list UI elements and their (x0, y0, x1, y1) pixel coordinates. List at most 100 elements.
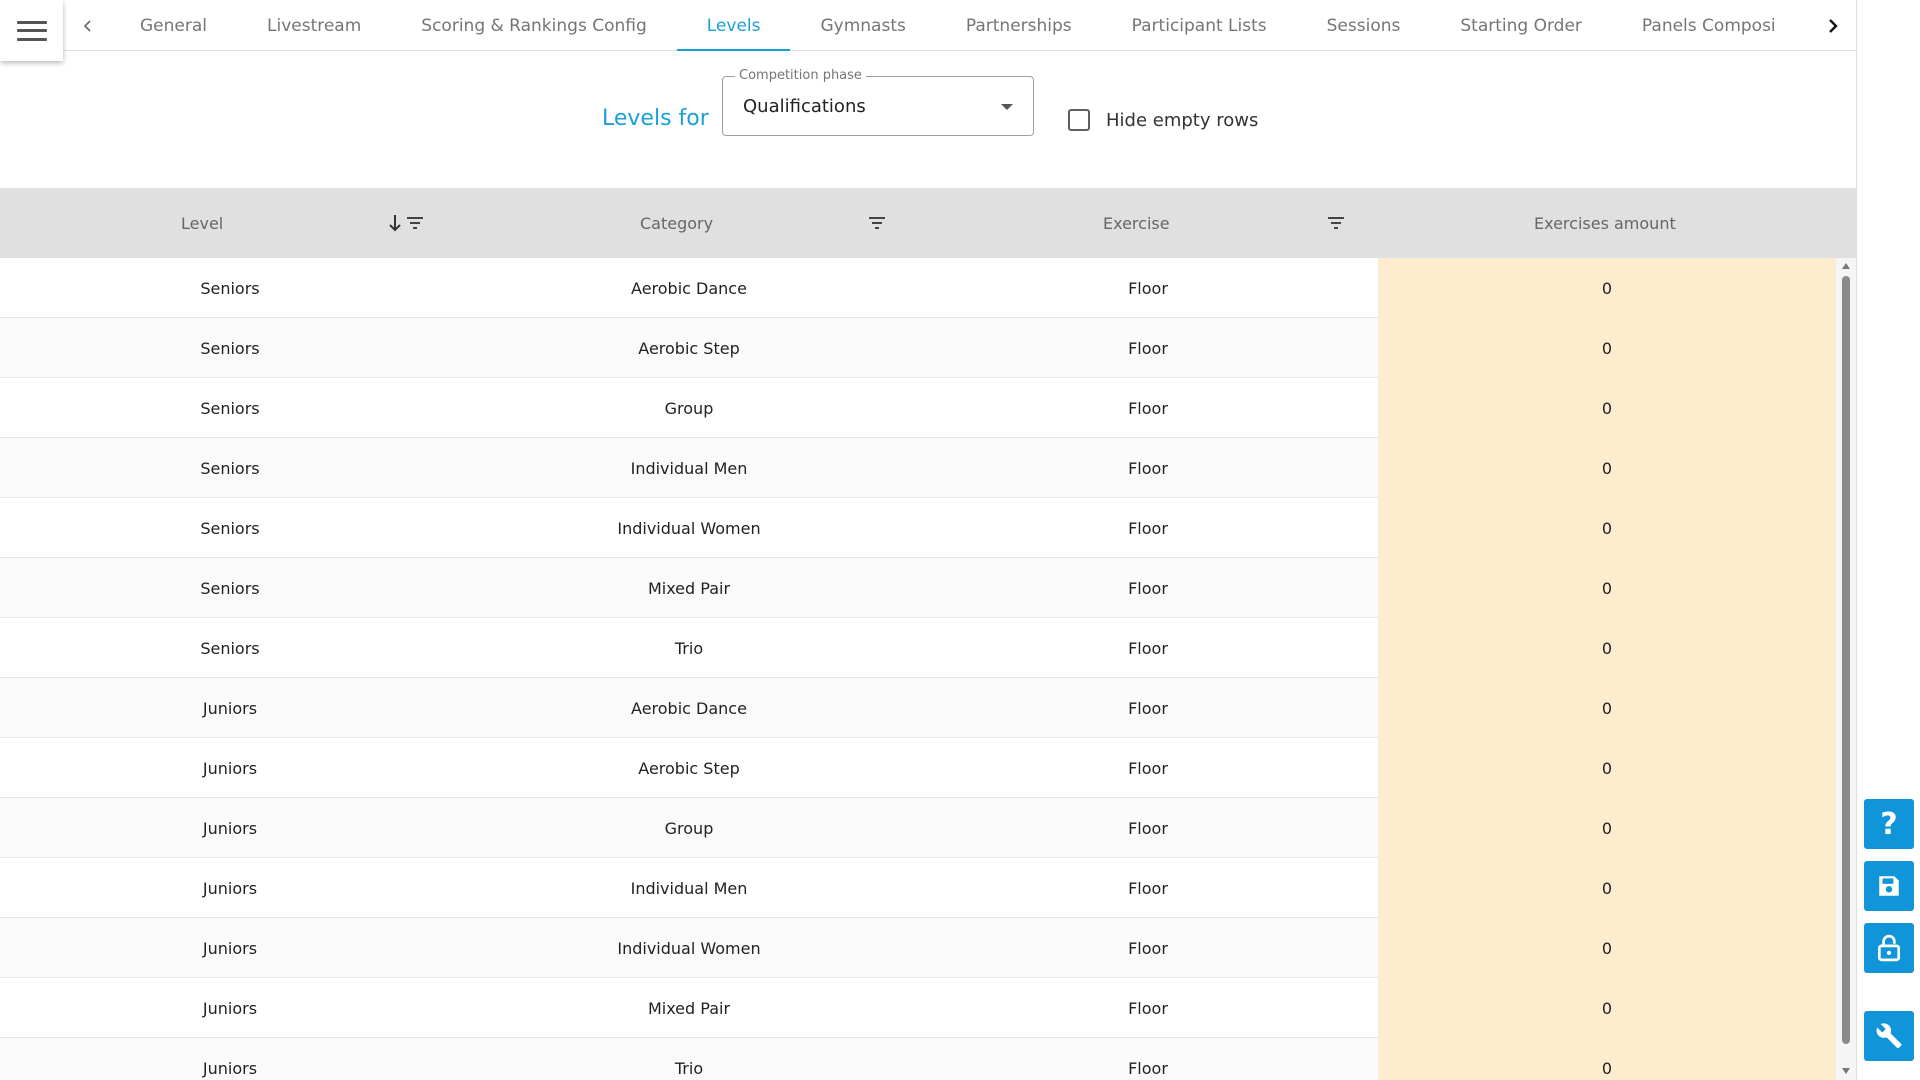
scroll-up-arrow-icon[interactable] (1842, 263, 1850, 269)
tab-sessions[interactable]: Sessions (1297, 0, 1431, 51)
tab-starting-order[interactable]: Starting Order (1430, 0, 1612, 51)
lock-button[interactable] (1864, 923, 1914, 973)
tabs-scroll-right-button[interactable] (1815, 0, 1851, 51)
category-cell: Group (664, 818, 714, 838)
level-cell: Seniors (200, 578, 260, 598)
header-category[interactable]: Category (640, 188, 713, 258)
table-row[interactable]: Juniors Group Floor 0 (0, 798, 1836, 858)
category-cell: Mixed Pair (647, 998, 731, 1018)
tools-button[interactable] (1864, 1011, 1914, 1061)
exercises-amount-cell[interactable]: 0 (1378, 558, 1836, 618)
tab-panels-composi[interactable]: Panels Composi (1612, 0, 1806, 51)
filter-icon (869, 217, 885, 229)
competition-phase-select[interactable]: Competition phase Qualifications (722, 68, 1034, 136)
lock-open-icon (1877, 934, 1901, 962)
right-action-rail (1856, 0, 1920, 1080)
level-cell: Juniors (202, 818, 258, 838)
level-cell: Juniors (202, 758, 258, 778)
tab-levels[interactable]: Levels (676, 0, 791, 51)
exercise-cell: Floor (1128, 818, 1168, 838)
table-row[interactable]: Seniors Mixed Pair Floor 0 (0, 558, 1836, 618)
top-tab-bar: General Livestream Scoring & Rankings Conf… (0, 0, 1856, 51)
table-row[interactable]: Seniors Individual Women Floor 0 (0, 498, 1836, 558)
table-row[interactable]: Juniors Individual Men Floor 0 (0, 858, 1836, 918)
competition-phase-label: Competition phase (735, 68, 866, 83)
table-row[interactable]: Seniors Individual Men Floor 0 (0, 438, 1836, 498)
levels-for-label: Levels for (602, 106, 709, 131)
category-cell: Mixed Pair (647, 578, 731, 598)
header-level[interactable]: Level (181, 188, 223, 258)
exercises-amount-cell[interactable]: 0 (1378, 1038, 1836, 1080)
tab-general[interactable]: General (110, 0, 237, 51)
exercises-amount-cell[interactable]: 0 (1378, 258, 1836, 318)
level-cell: Seniors (200, 338, 260, 358)
category-cell: Aerobic Step (638, 758, 740, 778)
exercises-amount-cell[interactable]: 0 (1378, 858, 1836, 918)
chevron-right-icon (1829, 18, 1838, 33)
exercise-cell: Floor (1128, 398, 1168, 418)
table-row[interactable]: Juniors Individual Women Floor 0 (0, 918, 1836, 978)
exercises-amount-cell[interactable]: 0 (1378, 618, 1836, 678)
save-icon (1879, 876, 1899, 896)
table-row[interactable]: Juniors Aerobic Step Floor 0 (0, 738, 1836, 798)
level-cell: Juniors (202, 998, 258, 1018)
save-button[interactable] (1864, 861, 1914, 911)
tab-gymnasts[interactable]: Gymnasts (790, 0, 935, 51)
exercises-amount-cell[interactable]: 0 (1378, 438, 1836, 498)
level-sort-filter-controls[interactable] (387, 212, 425, 234)
dropdown-arrow-icon (1001, 104, 1013, 110)
tabs-scroll-left-button[interactable] (70, 0, 106, 51)
table-row[interactable]: Juniors Aerobic Dance Floor 0 (0, 678, 1836, 738)
category-filter-button[interactable] (867, 212, 887, 234)
tab-participant-lists[interactable]: Participant Lists (1102, 0, 1297, 51)
chevron-left-icon (83, 19, 91, 32)
level-cell: Juniors (202, 1058, 258, 1078)
arrow-down-icon[interactable] (387, 213, 403, 233)
exercise-cell: Floor (1128, 878, 1168, 898)
header-exercises-amount[interactable]: Exercises amount (1534, 188, 1676, 258)
exercise-cell: Floor (1128, 638, 1168, 658)
exercises-amount-cell[interactable]: 0 (1378, 678, 1836, 738)
hamburger-menu-button[interactable] (0, 0, 63, 61)
category-cell: Trio (674, 1058, 704, 1078)
exercises-amount-cell[interactable]: 0 (1378, 318, 1836, 378)
exercises-amount-cell[interactable]: 0 (1378, 498, 1836, 558)
level-cell: Seniors (200, 518, 260, 538)
tab-scoring-rankings-config[interactable]: Scoring & Rankings Config (391, 0, 676, 51)
exercises-amount-cell[interactable]: 0 (1378, 798, 1836, 858)
exercises-amount-cell[interactable]: 0 (1378, 738, 1836, 798)
help-button[interactable]: ? (1864, 799, 1914, 849)
exercises-amount-cell[interactable]: 0 (1378, 378, 1836, 438)
exercise-cell: Floor (1128, 458, 1168, 478)
table-row[interactable]: Seniors Aerobic Dance Floor 0 (0, 258, 1836, 318)
tab-livestream[interactable]: Livestream (237, 0, 391, 51)
filter-icon[interactable] (405, 213, 425, 233)
category-cell: Trio (674, 638, 704, 658)
filter-icon (1328, 217, 1344, 229)
scroll-down-arrow-icon[interactable] (1842, 1068, 1850, 1074)
tab-partnerships[interactable]: Partnerships (936, 0, 1102, 51)
exercise-cell: Floor (1128, 278, 1168, 298)
scrollbar-thumb[interactable] (1842, 276, 1850, 1044)
hide-empty-rows-checkbox[interactable]: Hide empty rows (1068, 109, 1258, 131)
hide-empty-rows-label: Hide empty rows (1106, 109, 1259, 131)
category-cell: Individual Women (617, 518, 761, 538)
checkbox-icon[interactable] (1068, 109, 1090, 131)
table-row[interactable]: Seniors Group Floor 0 (0, 378, 1836, 438)
wrench-icon (1876, 1023, 1902, 1049)
tabs: General Livestream Scoring & Rankings Conf… (110, 0, 1810, 51)
header-exercise[interactable]: Exercise (1103, 188, 1170, 258)
exercises-amount-cell[interactable]: 0 (1378, 918, 1836, 978)
table-row[interactable]: Juniors Mixed Pair Floor 0 (0, 978, 1836, 1038)
level-cell: Seniors (200, 638, 260, 658)
exercises-amount-cell[interactable]: 0 (1378, 978, 1836, 1038)
table-row[interactable]: Seniors Aerobic Step Floor 0 (0, 318, 1836, 378)
exercise-filter-button[interactable] (1326, 212, 1346, 234)
category-cell: Individual Women (617, 938, 761, 958)
level-cell: Seniors (200, 458, 260, 478)
table-row[interactable]: Juniors Trio Floor 0 (0, 1038, 1836, 1080)
level-cell: Seniors (200, 278, 260, 298)
category-cell: Aerobic Dance (631, 278, 747, 298)
table-row[interactable]: Seniors Trio Floor 0 (0, 618, 1836, 678)
level-cell: Juniors (202, 878, 258, 898)
